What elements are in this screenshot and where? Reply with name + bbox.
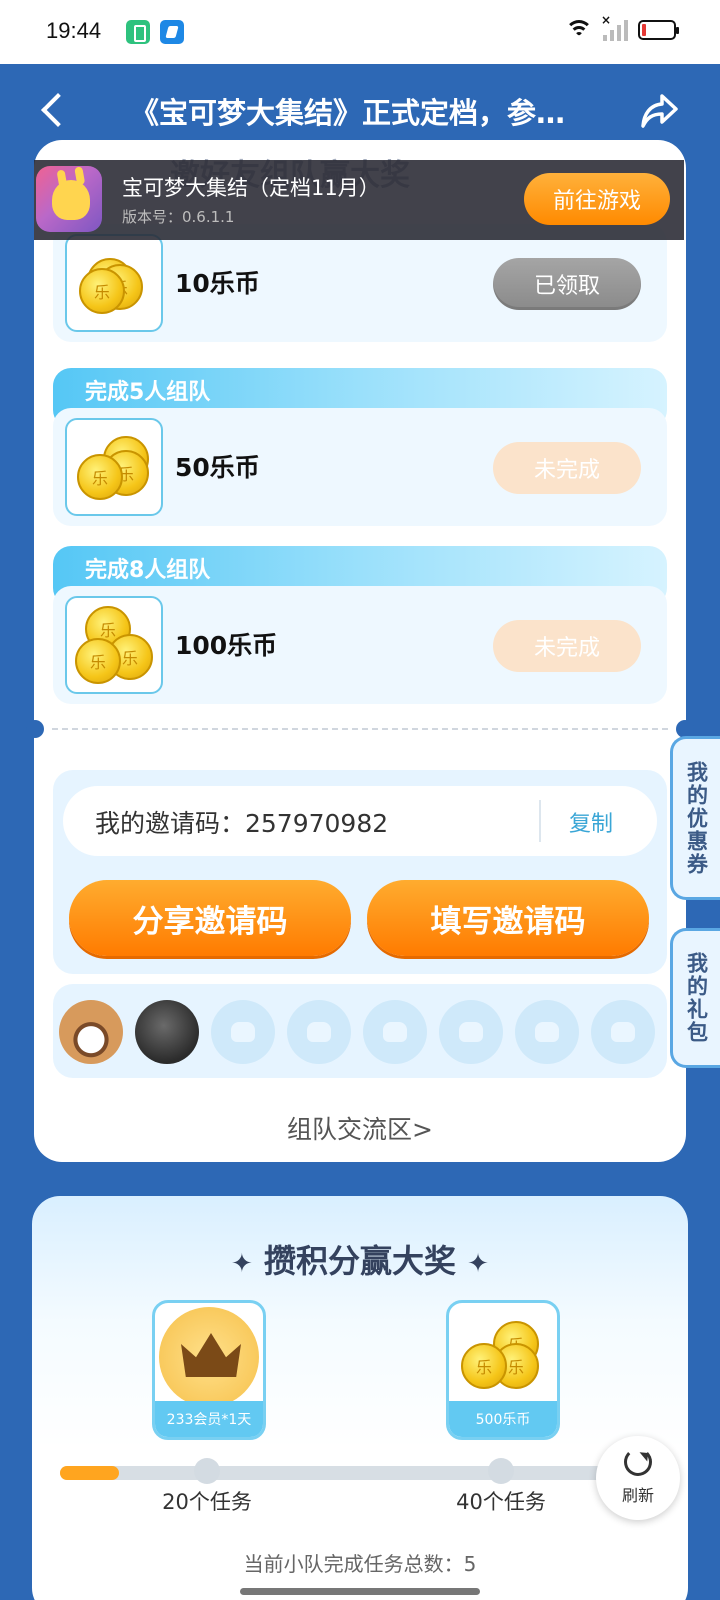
tier-label: 完成8人组队 (85, 558, 211, 583)
signal-icon: × (601, 13, 628, 41)
game-app-icon[interactable] (36, 166, 102, 232)
crown-icon (159, 1307, 259, 1407)
reward-row-body: 10乐币 已领取 (53, 224, 667, 342)
reward-row-body: 100乐币 未完成 (53, 586, 667, 704)
milestone-label: 20个任务 (162, 1490, 252, 1514)
divider (52, 728, 668, 730)
empty-avatar-slot (211, 1000, 275, 1064)
reward-row-body: 50乐币 未完成 (53, 408, 667, 526)
prize-label: 500乐币 (449, 1401, 557, 1437)
coin-icon (461, 1343, 507, 1389)
points-title: 攒积分赢大奖 (263, 1242, 456, 1280)
prize-coins[interactable]: 500乐币 (446, 1300, 560, 1440)
coin-reward-image (65, 234, 163, 332)
reward-amount: 10乐币 (175, 269, 260, 298)
tier-label: 完成5人组队 (85, 380, 211, 405)
share-icon[interactable] (640, 92, 680, 130)
empty-avatar-slot (591, 1000, 655, 1064)
empty-avatar-slot (287, 1000, 351, 1064)
team-chat-link[interactable]: 组队交流区> (0, 1110, 720, 1146)
points-title-row: ✦ 攒积分赢大奖 ✦ (32, 1236, 688, 1282)
milestone-dot (488, 1458, 514, 1484)
enter-invite-code-button[interactable]: 填写邀请码 (367, 880, 649, 956)
home-indicator[interactable] (240, 1588, 480, 1595)
page-title: 《宝可梦大集结》正式定档，参… (130, 96, 566, 130)
refresh-label: 刷新 (621, 1486, 654, 1505)
empty-avatar-slot (363, 1000, 427, 1064)
invite-code-panel: 我的邀请码：257970982 复制 分享邀请码 填写邀请码 (53, 770, 667, 974)
team-members-row (53, 984, 667, 1078)
game-name: 宝可梦大集结（定档11月） (122, 176, 380, 200)
reward-row-2: 完成5人组队 50乐币 未完成 (53, 368, 667, 526)
divider (539, 800, 541, 842)
wifi-icon (565, 18, 593, 42)
refresh-button[interactable]: 刷新 (596, 1436, 680, 1520)
prize-membership[interactable]: 233会员*1天 (152, 1300, 266, 1440)
status-time: 19:44 (46, 18, 102, 43)
ticket-notch (26, 720, 44, 738)
claimed-button[interactable]: 已领取 (493, 258, 641, 310)
incomplete-button[interactable]: 未完成 (493, 442, 641, 494)
empty-avatar-slot (515, 1000, 579, 1064)
invite-code-label: 我的邀请码：257970982 (95, 809, 389, 838)
avatar[interactable] (59, 1000, 123, 1064)
task-progress-bar (60, 1466, 650, 1480)
points-reward-card: ✦ 攒积分赢大奖 ✦ 233会员*1天 500乐币 20个任务 40个任务 当前… (32, 1196, 688, 1600)
go-to-game-button[interactable]: 前往游戏 (524, 173, 670, 225)
reward-row-3: 完成8人组队 100乐币 未完成 (53, 546, 667, 704)
sparkle-icon: ✦ (467, 1249, 489, 1279)
avatar[interactable] (135, 1000, 199, 1064)
reward-amount: 50乐币 (175, 453, 260, 482)
reward-amount: 100乐币 (175, 631, 278, 660)
empty-avatar-slot (439, 1000, 503, 1064)
game-download-banner: 宝可梦大集结（定档11月） 版本号：0.6.1.1 前往游戏 (34, 160, 684, 240)
battery-icon (638, 20, 679, 40)
copy-button[interactable]: 复制 (569, 806, 613, 838)
incomplete-button[interactable]: 未完成 (493, 620, 641, 672)
game-version: 版本号：0.6.1.1 (122, 208, 235, 226)
my-gifts-tab[interactable]: 我的礼包 (670, 928, 720, 1068)
back-arrow-icon[interactable] (38, 94, 68, 128)
sparkle-icon: ✦ (231, 1249, 253, 1279)
share-invite-code-button[interactable]: 分享邀请码 (69, 880, 351, 956)
battery-saver-icon (126, 20, 150, 44)
coin-reward-image (65, 596, 163, 694)
task-progress-fill (60, 1466, 119, 1480)
prize-label: 233会员*1天 (155, 1401, 263, 1437)
invite-code-field: 我的邀请码：257970982 复制 (63, 786, 657, 856)
my-coupons-tab[interactable]: 我的优惠券 (670, 736, 720, 900)
milestone-dot (194, 1458, 220, 1484)
refresh-icon (624, 1448, 652, 1476)
status-bar: 19:44 × (0, 0, 720, 64)
notification-app-icon (160, 20, 184, 44)
milestone-label: 40个任务 (456, 1490, 546, 1514)
coin-reward-image (65, 418, 163, 516)
total-tasks-text: 当前小队完成任务总数：5 (243, 1552, 477, 1576)
